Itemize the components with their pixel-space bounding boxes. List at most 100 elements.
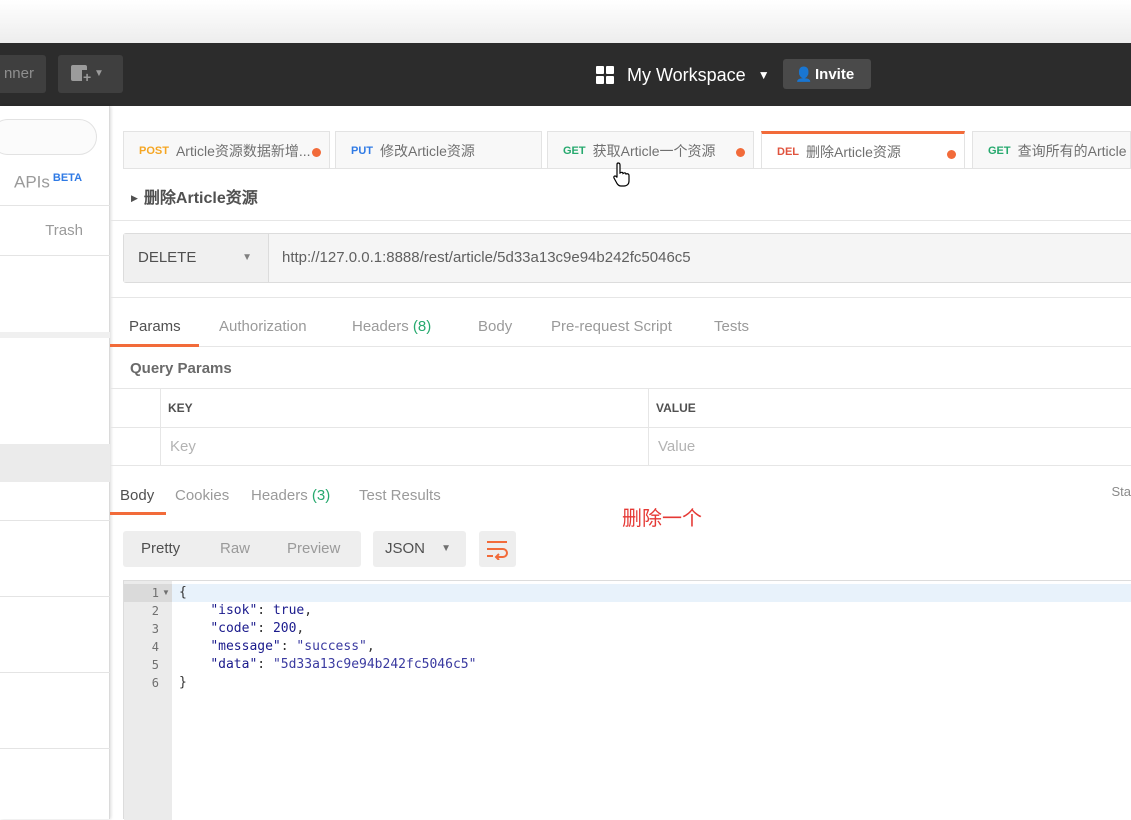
tab-response-headers[interactable]: Headers (3)	[251, 487, 330, 504]
sidebar-item-selected[interactable]	[0, 444, 110, 482]
sidebar-tab-apis[interactable]: APIs BETA	[14, 172, 82, 193]
tab-test-results[interactable]: Test Results	[359, 487, 441, 504]
line-number: 1	[151, 586, 159, 600]
tab-authorization[interactable]: Authorization	[219, 318, 307, 335]
tab-title: 修改Article资源	[380, 142, 475, 159]
chevron-down-icon: ▼	[94, 68, 104, 79]
tab-post-article[interactable]: POST Article资源数据新增...	[123, 131, 330, 169]
code-line: "data": "5d33a13c9e94b242fc5046c5"	[210, 657, 477, 672]
tab-body[interactable]: Body	[478, 318, 512, 335]
line-number: 4	[151, 640, 159, 654]
raw-button[interactable]: Raw	[220, 540, 250, 557]
url-bar: DELETE ▼ http://127.0.0.1:8888/rest/artic…	[123, 233, 1131, 283]
sidebar-trash[interactable]: Trash	[45, 222, 83, 239]
json-key: "message"	[210, 639, 281, 654]
json-key: "isok"	[210, 603, 258, 618]
tab-response-body[interactable]: Body	[120, 487, 154, 504]
code-line: {	[179, 584, 187, 602]
request-title-text: 删除Article资源	[143, 190, 258, 207]
method-badge: DEL	[777, 145, 799, 158]
json-key: "code"	[210, 621, 258, 636]
active-line-highlight	[124, 584, 1131, 602]
query-params-heading: Query Params	[130, 360, 232, 377]
tab-del-article[interactable]: DEL 删除Article资源	[761, 131, 965, 169]
divider	[110, 220, 1131, 221]
workspace-label: My Workspace	[627, 64, 746, 85]
sidebar-search-input[interactable]	[0, 119, 97, 155]
method-badge: GET	[988, 144, 1011, 157]
tab-put-article[interactable]: PUT 修改Article资源	[335, 131, 542, 169]
divider	[0, 748, 110, 749]
tab-get-all-articles[interactable]: GET 查询所有的Article	[972, 131, 1131, 169]
method-badge: GET	[563, 144, 586, 157]
divider	[110, 427, 1131, 428]
response-body-editor[interactable]: 1 ▼ 2 3 4 5 6 { "isok": true, "code": 20…	[123, 580, 1131, 820]
tab-tests[interactable]: Tests	[714, 318, 749, 335]
tab-title: Article资源数据新增...	[175, 142, 311, 159]
format-select[interactable]: JSON ▼	[373, 531, 466, 567]
sidebar: APIs BETA Trash	[0, 106, 110, 819]
runner-button[interactable]: nner	[0, 55, 46, 93]
line-number: 3	[151, 622, 159, 636]
grid-icon	[596, 66, 614, 84]
code-brace: }	[179, 675, 187, 690]
response-section-tabs: Body Cookies Headers (3) Test Results St…	[110, 466, 1131, 516]
code-brace: {	[179, 585, 187, 600]
new-request-button[interactable]: ▼	[58, 55, 123, 93]
query-params-table: KEY VALUE Key Value	[110, 388, 1131, 466]
annotation-text: 删除一个	[622, 506, 702, 530]
divider	[0, 205, 110, 206]
fold-toggle-icon[interactable]: ▼	[162, 584, 170, 602]
wrap-lines-icon	[487, 541, 508, 560]
json-value: "success"	[296, 639, 367, 654]
method-value: DELETE	[138, 249, 197, 266]
tab-response-headers-label: Headers	[251, 487, 308, 504]
invite-button[interactable]: 👤 Invite	[783, 59, 871, 89]
line-number: 6	[151, 676, 159, 690]
value-column-header: VALUE	[656, 401, 696, 415]
response-headers-count: (3)	[311, 487, 331, 504]
code-line: }	[179, 674, 187, 692]
code-line: "code": 200,	[210, 621, 305, 636]
new-tab-icon	[71, 65, 93, 84]
caret-right-icon: ▶	[131, 193, 138, 204]
request-section-tabs: Params Authorization Headers (8) Body Pr…	[110, 297, 1131, 347]
chevron-down-icon: ▼	[757, 68, 770, 82]
key-column-header: KEY	[168, 401, 193, 415]
json-value: true	[272, 603, 305, 618]
active-tab-indicator	[110, 512, 166, 515]
chevron-down-icon: ▼	[441, 543, 451, 554]
param-value-input[interactable]: Value	[658, 438, 695, 455]
line-number: 5	[151, 658, 159, 672]
active-tab-indicator	[110, 344, 199, 347]
pretty-button[interactable]: Pretty	[141, 540, 180, 557]
divider	[0, 596, 110, 597]
tab-title: 删除Article资源	[806, 143, 901, 160]
tab-get-article[interactable]: GET 获取Article一个资源	[547, 131, 754, 169]
tab-cookies[interactable]: Cookies	[175, 487, 229, 504]
wrap-lines-button[interactable]	[479, 531, 516, 567]
hand-cursor-icon	[613, 162, 630, 187]
tab-headers[interactable]: Headers (8)	[352, 318, 431, 335]
tab-title: 查询所有的Article	[1017, 142, 1127, 159]
unsaved-dot-icon	[312, 148, 321, 157]
request-title[interactable]: ▶ 删除Article资源	[131, 184, 258, 208]
method-select[interactable]: DELETE ▼	[124, 234, 269, 282]
preview-button[interactable]: Preview	[287, 540, 340, 557]
param-key-input[interactable]: Key	[170, 438, 196, 455]
code-line: "isok": true,	[210, 603, 313, 618]
tab-params[interactable]: Params	[129, 318, 181, 335]
url-input[interactable]: http://127.0.0.1:8888/rest/article/5d33a…	[282, 234, 691, 282]
divider	[0, 332, 110, 338]
tab-prerequest-script[interactable]: Pre-request Script	[551, 318, 672, 335]
top-strip	[0, 0, 1131, 43]
method-badge: PUT	[351, 144, 373, 157]
beta-badge: BETA	[52, 172, 83, 184]
status-label: Sta	[1111, 484, 1131, 499]
divider	[0, 255, 110, 256]
apis-label: APIs	[14, 172, 50, 192]
workspace-selector[interactable]: My Workspace ▼	[596, 63, 770, 87]
divider	[0, 520, 110, 521]
json-value: 200	[272, 621, 297, 636]
json-value: "5d33a13c9e94b242fc5046c5"	[272, 657, 477, 672]
